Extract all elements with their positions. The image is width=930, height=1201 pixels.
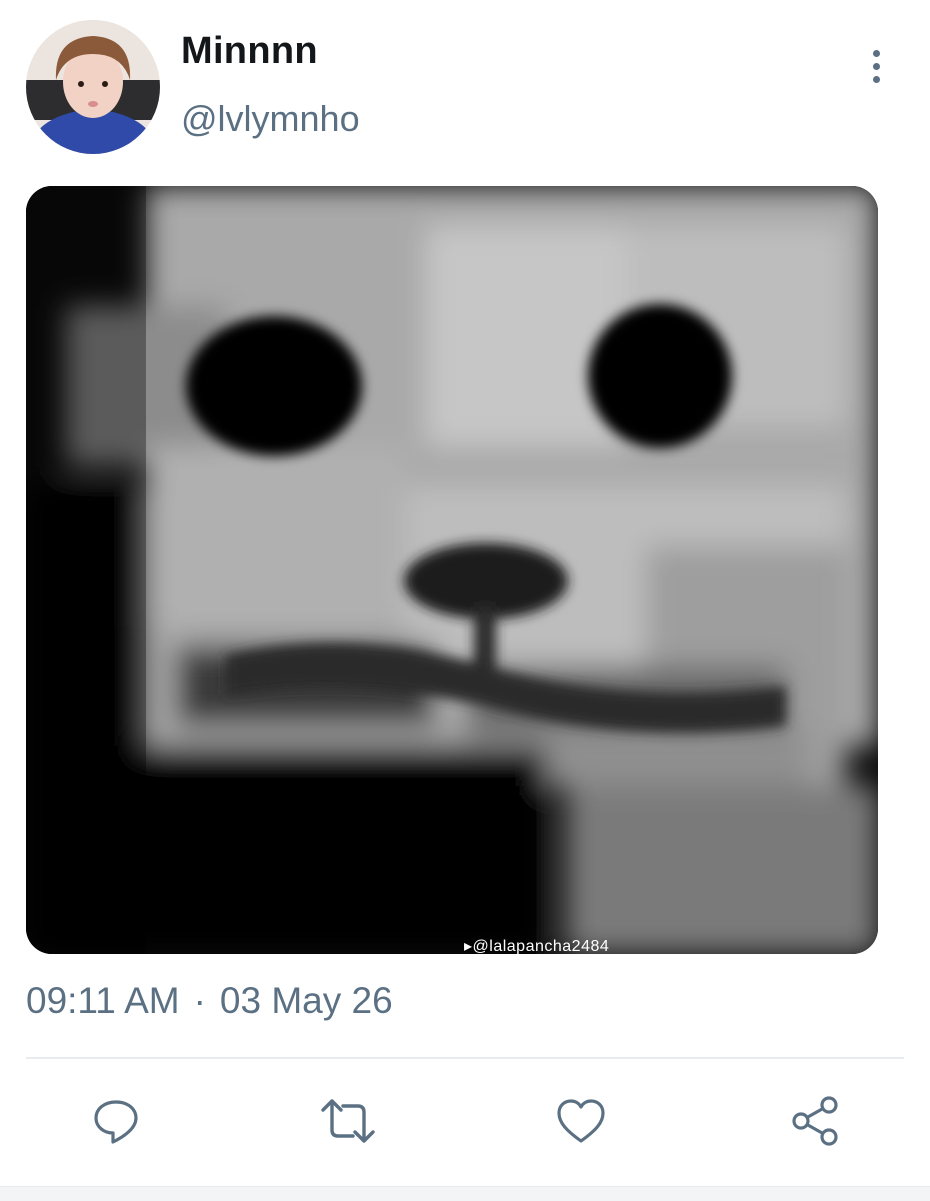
like-button[interactable] (546, 1086, 616, 1156)
user-handle[interactable]: @lvlymnho (181, 98, 360, 140)
tweet-actions-bar (0, 1086, 930, 1156)
divider (26, 1057, 904, 1059)
tweet-time: 09:11 AM (26, 980, 180, 1021)
retweet-icon (321, 1099, 375, 1143)
share-icon (792, 1096, 838, 1146)
timestamp-separator: · (193, 980, 206, 1021)
reply-button[interactable] (81, 1086, 151, 1156)
dot (872, 62, 880, 70)
tweet-date: 03 May 26 (219, 980, 393, 1021)
display-name[interactable]: Minnnn (181, 30, 318, 73)
dot (872, 75, 880, 83)
like-icon (557, 1099, 605, 1143)
avatar-photo (26, 20, 160, 154)
media-watermark: ▸@lalapancha2484 (464, 938, 610, 954)
cat-face-photo (26, 186, 878, 954)
avatar[interactable] (26, 20, 160, 154)
bottom-divider (0, 1186, 930, 1201)
reply-icon (94, 1100, 138, 1144)
more-options-icon[interactable] (856, 44, 896, 88)
dot (872, 49, 880, 57)
retweet-button[interactable] (313, 1086, 383, 1156)
share-button[interactable] (780, 1086, 850, 1156)
tweet-timestamp: 09:11 AM · 03 May 26 (26, 980, 393, 1022)
tweet-media-image[interactable]: ▸@lalapancha2484 (26, 186, 878, 954)
